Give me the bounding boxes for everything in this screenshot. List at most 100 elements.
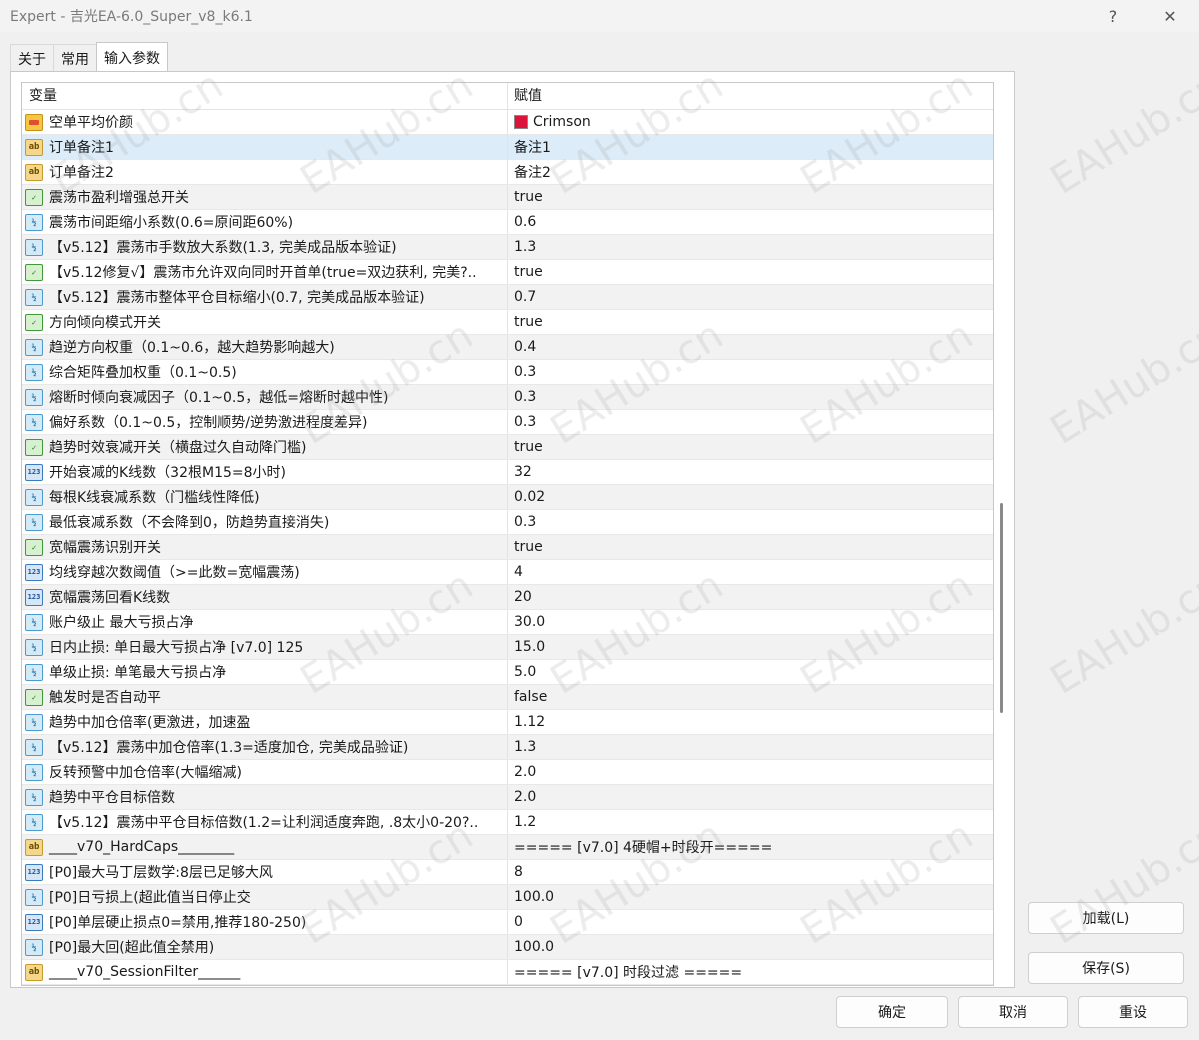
- value-cell[interactable]: 30.0: [508, 610, 993, 634]
- value-cell[interactable]: 5.0: [508, 660, 993, 684]
- table-row[interactable]: ab ____v70_HardCaps________ ===== [v7.0] 4…: [22, 835, 993, 860]
- load-button[interactable]: 加载(L): [1028, 902, 1184, 934]
- variable-value: 4: [514, 564, 523, 580]
- value-cell[interactable]: 0.3: [508, 510, 993, 534]
- value-cell[interactable]: Crimson: [508, 110, 993, 134]
- value-cell[interactable]: 100.0: [508, 935, 993, 959]
- parameter-grid: 变量 赋值 空单平均价颜 Crimson ab 订单备注1 备注1 ab 订单备注2 备注2 ✓…: [21, 82, 994, 986]
- variable-name: 开始衰减的K线数（32根M15=8小时): [49, 465, 286, 481]
- variable-value: false: [514, 689, 548, 705]
- value-cell[interactable]: 2.0: [508, 785, 993, 809]
- tab-about[interactable]: 关于: [10, 44, 54, 72]
- table-row[interactable]: 123 [P0]最大马丁层数学:8层已足够大风 8: [22, 860, 993, 885]
- column-header-variable[interactable]: 变量: [22, 83, 508, 109]
- table-row[interactable]: 123 宽幅震荡回看K线数 20: [22, 585, 993, 610]
- table-row[interactable]: ab 订单备注2 备注2: [22, 160, 993, 185]
- variable-value: 100.0: [514, 939, 555, 955]
- value-cell[interactable]: 0.4: [508, 335, 993, 359]
- value-cell[interactable]: 15.0: [508, 635, 993, 659]
- table-row[interactable]: ½ 【v5.12】震荡市整体平仓目标缩小(0.7, 完美成品版本验证) 0.7: [22, 285, 993, 310]
- ok-button[interactable]: 确定: [836, 996, 948, 1028]
- double-type-icon: ½: [25, 613, 43, 631]
- table-row[interactable]: ✓ 方向倾向模式开关 true: [22, 310, 993, 335]
- table-row[interactable]: ½ 【v5.12】震荡中加仓倍率(1.3=适度加仓, 完美成品验证) 1.3: [22, 735, 993, 760]
- table-row[interactable]: 123 开始衰减的K线数（32根M15=8小时) 32: [22, 460, 993, 485]
- scrollbar-track[interactable]: [994, 82, 1014, 986]
- table-row[interactable]: ½ 每根K线衰减系数（门槛线性降低) 0.02: [22, 485, 993, 510]
- table-row[interactable]: ½ 趋逆方向权重（0.1~0.6，越大趋势影响越大) 0.4: [22, 335, 993, 360]
- table-row[interactable]: ½ 反转预警中加仓倍率(大幅缩减) 2.0: [22, 760, 993, 785]
- value-cell[interactable]: 0.02: [508, 485, 993, 509]
- variable-value: true: [514, 189, 543, 205]
- value-cell[interactable]: 20: [508, 585, 993, 609]
- variable-value: ===== [v7.0] 4硬帽+时段开=====: [514, 840, 773, 856]
- table-row[interactable]: ½ [P0]最大回(超此值全禁用) 100.0: [22, 935, 993, 960]
- table-row[interactable]: 空单平均价颜 Crimson: [22, 110, 993, 135]
- close-button[interactable]: ✕: [1147, 0, 1193, 32]
- value-cell[interactable]: 32: [508, 460, 993, 484]
- value-cell[interactable]: ===== [v7.0] 4硬帽+时段开=====: [508, 835, 993, 859]
- tab-strip: 关于 常用 输入参数: [10, 42, 168, 72]
- table-row[interactable]: ½ 趋势中平仓目标倍数 2.0: [22, 785, 993, 810]
- title-bar: Expert - 吉光EA-6.0_Super_v8_k6.1 ? ✕: [0, 0, 1199, 32]
- value-cell[interactable]: 1.3: [508, 735, 993, 759]
- table-row[interactable]: ✓ 【v5.12修复√】震荡市允许双向同时开首单(true=双边获利, 完美?..…: [22, 260, 993, 285]
- value-cell[interactable]: true: [508, 435, 993, 459]
- save-button[interactable]: 保存(S): [1028, 952, 1184, 984]
- table-row[interactable]: ½ 最低衰减系数（不会降到0，防趋势直接消失) 0.3: [22, 510, 993, 535]
- value-cell[interactable]: true: [508, 260, 993, 284]
- value-cell[interactable]: 1.12: [508, 710, 993, 734]
- table-row[interactable]: ½ 单级止损: 单笔最大亏损占净 5.0: [22, 660, 993, 685]
- variable-cell: ✓ 趋势时效衰减开关（横盘过久自动降门槛): [22, 435, 508, 459]
- value-cell[interactable]: ===== [v7.0] 时段过滤 =====: [508, 960, 993, 984]
- table-row[interactable]: ab 订单备注1 备注1: [22, 135, 993, 160]
- table-row[interactable]: ½ 【v5.12】震荡市手数放大系数(1.3, 完美成品版本验证) 1.3: [22, 235, 993, 260]
- tab-common[interactable]: 常用: [53, 44, 97, 72]
- table-row[interactable]: ✓ 宽幅震荡识别开关 true: [22, 535, 993, 560]
- table-row[interactable]: ½ 熔断时倾向衰减因子（0.1~0.5，越低=熔断时越中性) 0.3: [22, 385, 993, 410]
- value-cell[interactable]: 4: [508, 560, 993, 584]
- tab-inputs[interactable]: 输入参数: [96, 42, 168, 72]
- value-cell[interactable]: 1.2: [508, 810, 993, 834]
- table-row[interactable]: ½ 偏好系数（0.1~0.5，控制顺势/逆势激进程度差异) 0.3: [22, 410, 993, 435]
- table-row[interactable]: 123 [P0]单层硬止损点0=禁用,推荐180-250) 0: [22, 910, 993, 935]
- cancel-button[interactable]: 取消: [958, 996, 1068, 1028]
- variable-value: 100.0: [514, 889, 555, 905]
- value-cell[interactable]: 备注1: [508, 135, 993, 159]
- table-row[interactable]: 123 均线穿越次数阈值（>=此数=宽幅震荡) 4: [22, 560, 993, 585]
- variable-value: true: [514, 264, 543, 280]
- variable-name: 方向倾向模式开关: [49, 315, 161, 331]
- table-row[interactable]: ✓ 震荡市盈利增强总开关 true: [22, 185, 993, 210]
- reset-button[interactable]: 重设: [1078, 996, 1188, 1028]
- value-cell[interactable]: 备注2: [508, 160, 993, 184]
- table-row[interactable]: ½ 账户级止 最大亏损占净 30.0: [22, 610, 993, 635]
- variable-cell: ✓ 震荡市盈利增强总开关: [22, 185, 508, 209]
- table-row[interactable]: ½ 趋势中加仓倍率(更激进，加速盈 1.12: [22, 710, 993, 735]
- value-cell[interactable]: 2.0: [508, 760, 993, 784]
- table-row[interactable]: ½ [P0]日亏损上(超此值当日停止交 100.0: [22, 885, 993, 910]
- table-row[interactable]: ab ____v70_SessionFilter______ ===== [v7.0…: [22, 960, 993, 985]
- value-cell[interactable]: true: [508, 185, 993, 209]
- table-row[interactable]: ½ 震荡市间距缩小系数(0.6=原间距60%) 0.6: [22, 210, 993, 235]
- value-cell[interactable]: 0: [508, 910, 993, 934]
- value-cell[interactable]: 100.0: [508, 885, 993, 909]
- value-cell[interactable]: true: [508, 310, 993, 334]
- scrollbar-thumb[interactable]: [1000, 503, 1003, 713]
- table-row[interactable]: ½ 综合矩阵叠加权重（0.1~0.5) 0.3: [22, 360, 993, 385]
- value-cell[interactable]: 0.3: [508, 410, 993, 434]
- value-cell[interactable]: 8: [508, 860, 993, 884]
- value-cell[interactable]: 0.7: [508, 285, 993, 309]
- variable-value: 0.7: [514, 289, 537, 305]
- table-row[interactable]: ½ 【v5.12】震荡中平仓目标倍数(1.2=让利润适度奔跑, .8太小0-20?…: [22, 810, 993, 835]
- table-row[interactable]: ½ 日内止损: 单日最大亏损占净 [v7.0] 125 15.0: [22, 635, 993, 660]
- value-cell[interactable]: true: [508, 535, 993, 559]
- value-cell[interactable]: 1.3: [508, 235, 993, 259]
- table-row[interactable]: ✓ 触发时是否自动平 false: [22, 685, 993, 710]
- value-cell[interactable]: 0.6: [508, 210, 993, 234]
- column-header-value[interactable]: 赋值: [508, 83, 993, 109]
- value-cell[interactable]: 0.3: [508, 360, 993, 384]
- table-row[interactable]: ✓ 趋势时效衰减开关（横盘过久自动降门槛) true: [22, 435, 993, 460]
- help-button[interactable]: ?: [1090, 0, 1136, 32]
- value-cell[interactable]: false: [508, 685, 993, 709]
- value-cell[interactable]: 0.3: [508, 385, 993, 409]
